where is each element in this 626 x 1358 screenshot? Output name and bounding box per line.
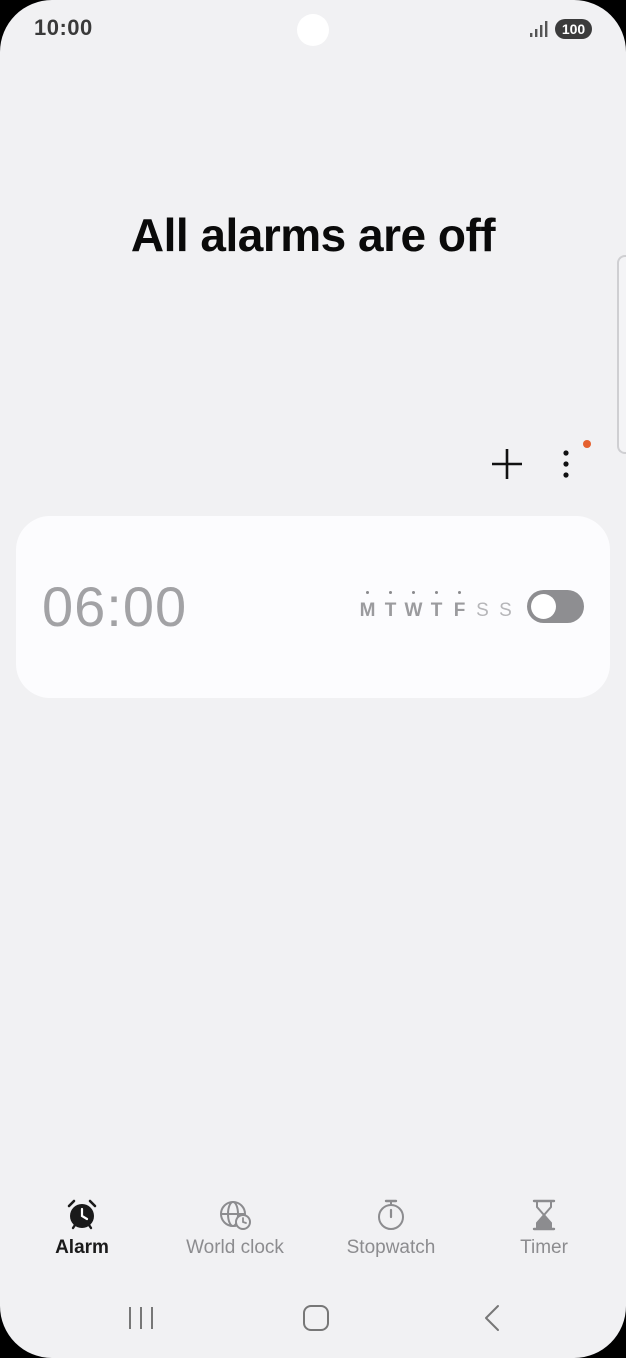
globe-clock-icon — [220, 1201, 251, 1230]
recent-apps-button[interactable] — [121, 1298, 161, 1338]
plus-icon — [492, 449, 522, 479]
alarm-toggle[interactable] — [527, 590, 584, 623]
home-button[interactable] — [296, 1298, 336, 1338]
day-active-dot — [435, 591, 438, 594]
more-options-button[interactable] — [552, 444, 580, 484]
day-active-dot — [412, 591, 415, 594]
battery-indicator: 100 — [555, 19, 592, 39]
alarm-clock-icon — [67, 1199, 97, 1230]
bottom-tab-bar: Alarm World clock Stopwatch Timer — [0, 1190, 626, 1270]
tab-label: World clock — [186, 1237, 284, 1258]
status-bar: 10:00 100 — [0, 0, 626, 58]
day-wednesday: W — [402, 586, 425, 626]
tab-timer[interactable]: Timer — [466, 1190, 622, 1270]
stopwatch-icon — [378, 1199, 404, 1230]
tab-label: Alarm — [55, 1237, 109, 1258]
more-vertical-icon — [563, 450, 569, 478]
day-active-dot — [389, 591, 392, 594]
notification-badge — [583, 440, 591, 448]
day-tuesday: T — [379, 586, 402, 626]
day-sunday: S — [499, 600, 512, 621]
clock-app-screen: 10:00 100 All alarms are off 06:00 M T W… — [0, 0, 626, 1358]
tab-label: Timer — [520, 1237, 568, 1258]
toggle-knob — [531, 594, 556, 619]
signal-bars-icon — [530, 21, 548, 37]
back-button[interactable] — [472, 1298, 512, 1338]
system-navigation-bar — [0, 1290, 626, 1346]
edge-panel-handle[interactable] — [617, 255, 626, 454]
alarm-repeat-days: M T W T F S S — [356, 586, 517, 626]
home-icon — [303, 1305, 329, 1331]
day-saturday: S — [476, 600, 489, 621]
tab-alarm[interactable]: Alarm — [4, 1190, 160, 1270]
tab-label: Stopwatch — [346, 1237, 436, 1258]
alarm-card[interactable]: 06:00 M T W T F S S — [16, 516, 610, 698]
hourglass-icon — [532, 1199, 556, 1231]
status-time: 10:00 — [34, 15, 93, 40]
tab-stopwatch[interactable]: Stopwatch — [313, 1190, 469, 1270]
tab-world-clock[interactable]: World clock — [157, 1190, 313, 1270]
day-friday: F — [448, 586, 471, 626]
back-icon — [485, 1305, 499, 1331]
add-alarm-button[interactable] — [487, 444, 527, 484]
alarm-time: 06:00 — [42, 575, 188, 638]
camera-cutout — [297, 14, 329, 46]
day-active-dot — [458, 591, 461, 594]
day-thursday: T — [425, 586, 448, 626]
day-monday: M — [356, 586, 379, 626]
page-title: All alarms are off — [130, 209, 496, 261]
recent-apps-icon — [129, 1307, 153, 1329]
day-active-dot — [366, 591, 369, 594]
